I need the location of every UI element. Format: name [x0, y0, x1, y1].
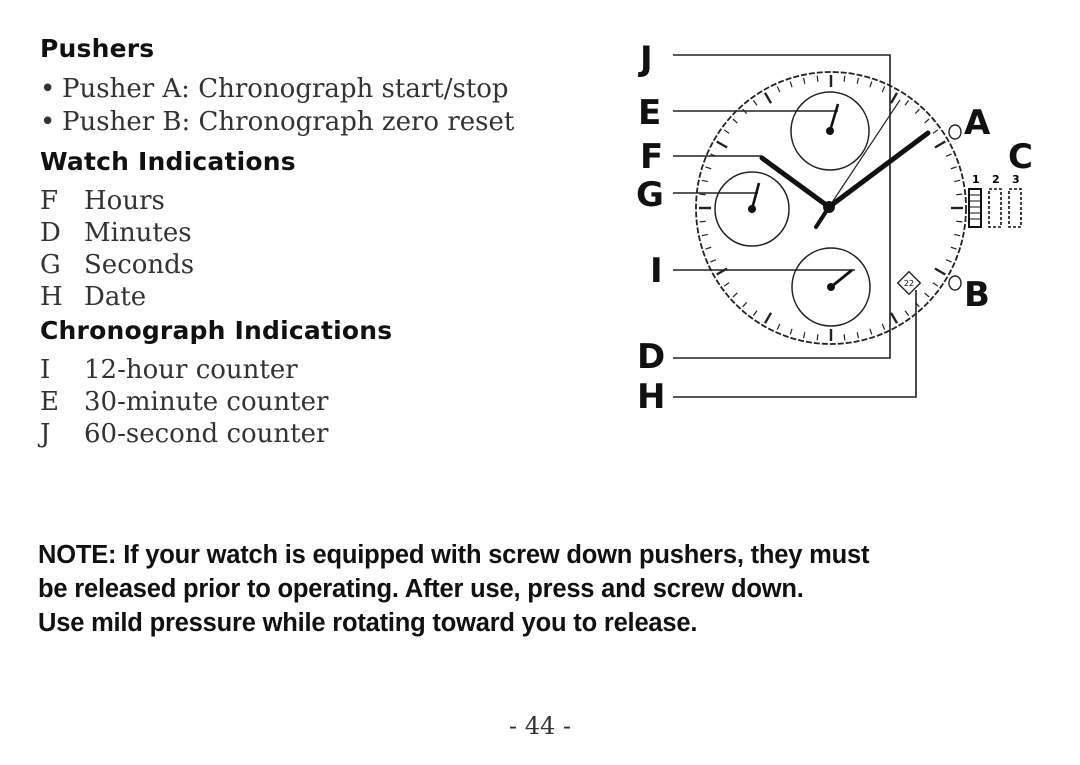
dial-tick [699, 193, 706, 196]
subdial-hand [830, 268, 853, 289]
dial-tick [945, 259, 952, 263]
subdial-pivot [826, 127, 834, 135]
dial-tick [776, 323, 781, 330]
dial-tick [869, 328, 873, 335]
pusher-b [948, 275, 962, 291]
dial-tick [843, 334, 846, 341]
dial-tick [954, 233, 961, 237]
dial-tick [889, 92, 899, 104]
note-block: NOTE: If your watch is equipped with scr… [38, 538, 1048, 640]
dial-tick [723, 282, 730, 287]
subdial-30-minute [790, 91, 870, 171]
dial-tick [742, 301, 748, 308]
minute-hand [826, 130, 931, 210]
hour-hand [759, 155, 832, 210]
dial-tick [904, 100, 910, 106]
dial-tick [789, 328, 793, 335]
subdial-pivot [827, 283, 835, 291]
date-value: 22 [904, 279, 914, 288]
note-line: Use mild pressure while rotating toward … [38, 609, 698, 637]
crown-position-1: 1 [972, 173, 980, 186]
callout-c: C [1008, 137, 1033, 177]
dial-tick [752, 310, 758, 316]
dial-tick [763, 92, 773, 104]
watch-diagram: J E F G I D H A C B 22 1 2 3 [636, 39, 1033, 417]
dial-tick [954, 179, 961, 183]
dial-tick [776, 86, 781, 93]
dial-tick [924, 292, 930, 298]
dial-tick [881, 86, 886, 93]
dial-tick [701, 233, 708, 237]
dial-tick [932, 282, 939, 287]
callout-d: D [637, 337, 665, 377]
dial-tick [934, 267, 946, 276]
callout-a: A [964, 103, 991, 143]
dial-tick [881, 323, 886, 330]
center-pivot [823, 201, 835, 213]
dial-tick [699, 220, 706, 223]
dial-tick [945, 153, 952, 157]
dial-tick [701, 179, 708, 183]
leader-lines [673, 54, 917, 398]
callout-b: B [964, 275, 990, 315]
crown: 1 2 3 [968, 173, 1022, 228]
pusher-a [948, 124, 962, 140]
dial-tick [705, 166, 712, 170]
dial-tick [932, 129, 939, 134]
subdial-pivot [748, 205, 756, 213]
dial-tick [716, 140, 728, 149]
crown-pos-3-shape [1008, 188, 1022, 228]
dial-tick [802, 77, 806, 84]
dial-tick [869, 81, 873, 88]
dial-tick [752, 100, 758, 106]
note-line: be released prior to operating. After us… [38, 575, 804, 603]
callout-j: J [638, 39, 653, 79]
dial-tick [856, 332, 860, 339]
crown-position-3: 3 [1012, 173, 1020, 186]
dial-tick [763, 312, 773, 324]
dial-tick [843, 75, 846, 82]
callout-e: E [638, 93, 661, 133]
dial-tick [856, 77, 860, 84]
page-number: - 44 - [508, 712, 571, 740]
dial-tick [950, 166, 957, 170]
dial-tick [934, 140, 946, 149]
dial-tick [732, 118, 738, 124]
callout-g: G [636, 175, 664, 215]
callout-i: I [650, 251, 663, 291]
note-line: NOTE: If your watch is equipped with scr… [38, 541, 870, 569]
dial-tick [723, 129, 730, 134]
crown-position-2: 2 [992, 173, 1000, 186]
subdial-hand [750, 182, 761, 210]
dial-tick [904, 310, 910, 316]
callout-f: F [640, 137, 663, 177]
dial-tick [710, 259, 717, 263]
leader-h [673, 290, 917, 398]
dial-tick [950, 246, 957, 250]
dial-tick [816, 75, 819, 82]
dial-tick [802, 332, 806, 339]
callout-h: H [637, 377, 665, 417]
dial-tick [956, 220, 963, 223]
subdial-hand [828, 103, 840, 132]
crown-pos-2-shape [988, 188, 1002, 228]
dial-tick [732, 292, 738, 298]
dial-tick [789, 81, 793, 88]
dial-tick [816, 334, 819, 341]
dial-tick [914, 108, 920, 115]
dial-tick [956, 193, 963, 196]
date-window: 22 [896, 270, 922, 296]
dial-tick [705, 246, 712, 250]
subdial-12-hour [791, 247, 871, 327]
dial-tick [924, 118, 930, 124]
dial-tick [889, 312, 899, 324]
subdial-seconds [714, 171, 790, 247]
